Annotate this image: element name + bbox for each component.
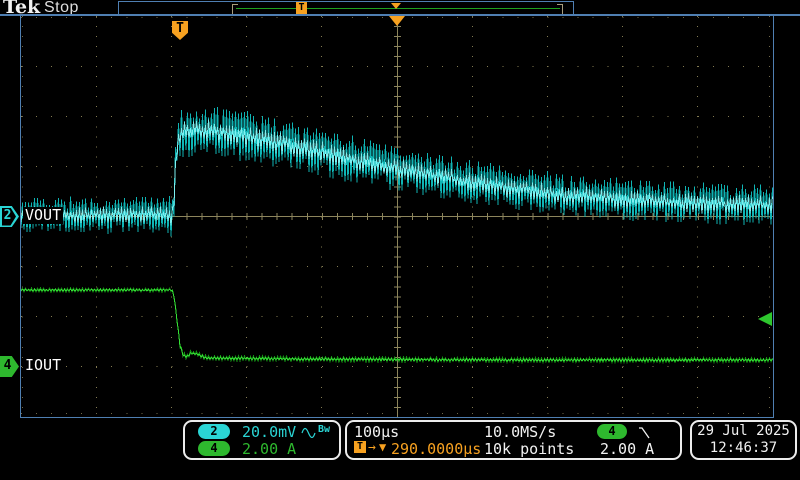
channel2-position-marker-icon: 2	[0, 206, 19, 227]
ac-coupling-icon	[301, 427, 316, 438]
date-label: 29 Jul 2025	[697, 423, 790, 439]
trigger-source-badge: 4	[597, 424, 627, 439]
graticule: T	[20, 16, 774, 418]
channel2-scale: 20.0mV	[242, 423, 297, 441]
channel4-scale: 2.00 A	[242, 440, 297, 458]
channel2-badge: 2	[198, 424, 230, 439]
record-view-expansion-point-icon	[391, 3, 401, 9]
channel4-position-marker-icon: 4	[0, 356, 19, 377]
channel2-label: VOUT	[23, 206, 64, 224]
record-length: 10k points	[484, 440, 575, 458]
time-label: 12:46:37	[709, 440, 778, 456]
delay-arrow-icon: →	[368, 440, 376, 455]
oscilloscope-screen: { "header": { "logo": "Tek", "acq_status…	[0, 0, 800, 480]
bandwidth-limit-icon: Bw	[318, 424, 331, 435]
channel4-label: IOUT	[23, 356, 64, 374]
datetime-box: 29 Jul 2025 12:46:37	[690, 420, 797, 460]
timebase-trigger-box: 100µs 10.0MS/s 4 T → ▼ 290.0000µs 10k po…	[345, 420, 682, 460]
channel4-marker-number: 4	[3, 358, 12, 373]
trace-iout	[21, 286, 773, 365]
falling-edge-icon	[639, 427, 650, 439]
expansion-point-icon	[389, 16, 405, 26]
channel4-badge: 4	[198, 441, 230, 456]
delay-marker-icon: ▼	[379, 440, 387, 454]
trigger-delay-t-icon: T	[354, 441, 366, 453]
trace-iout	[21, 286, 773, 365]
waveform-traces	[21, 106, 773, 365]
channel2-marker-number: 2	[3, 208, 12, 223]
channel-readout-box: 2 20.0mV Bw 4 2.00 A	[183, 420, 341, 460]
trace-iout	[21, 288, 773, 363]
trigger-delay-value: 290.0000µs	[391, 440, 482, 458]
record-view-trigger-icon: T	[296, 2, 307, 14]
sample-rate: 10.0MS/s	[484, 423, 557, 441]
trigger-level-arrow-icon	[758, 312, 772, 326]
trigger-level: 2.00 A	[600, 440, 655, 458]
timebase-scale: 100µs	[354, 423, 400, 441]
